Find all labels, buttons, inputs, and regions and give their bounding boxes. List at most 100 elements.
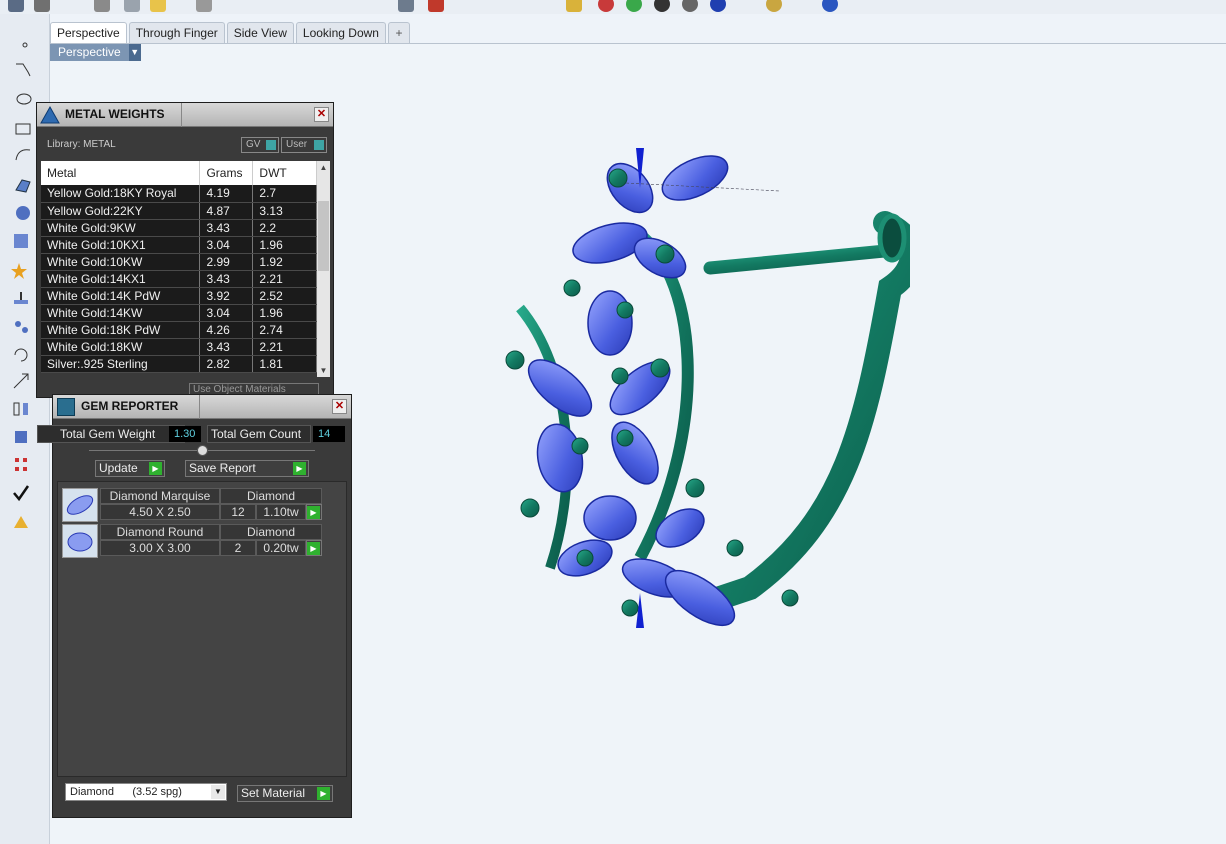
metal-name-cell: White Gold:14KX1 [41, 270, 201, 288]
gem-report-icon [57, 398, 75, 416]
paste-icon[interactable] [150, 0, 166, 12]
align-icon[interactable] [12, 290, 30, 308]
earring-model[interactable] [490, 128, 910, 628]
grams-cell: 4.19 [199, 185, 254, 203]
sphere-color-icon[interactable] [626, 0, 642, 12]
circle-icon[interactable] [14, 90, 32, 108]
table-row[interactable]: White Gold:18K PdW 4.26 2.74 [41, 321, 317, 339]
total-gem-count-value: 14 [313, 426, 345, 442]
dwt-cell: 2.7 [252, 185, 317, 203]
play-icon: ▶ [293, 462, 306, 475]
update-button-label: Update [99, 461, 138, 475]
save-report-button[interactable]: Save Report ▶ [185, 460, 309, 477]
update-button[interactable]: Update ▶ [95, 460, 165, 477]
dwt-cell: 2.2 [252, 219, 317, 237]
tab-side-view[interactable]: Side View [226, 22, 294, 43]
polyline-icon[interactable] [14, 60, 32, 78]
top-toolbar [0, 0, 1226, 14]
slider-knob[interactable] [197, 445, 208, 456]
grams-cell: 4.87 [199, 202, 254, 220]
table-row[interactable]: White Gold:10KX1 3.04 1.96 [41, 236, 317, 254]
sphere-dark-icon[interactable] [654, 0, 670, 12]
add-tab-button[interactable]: + [387, 22, 410, 43]
point-icon[interactable] [16, 36, 34, 54]
close-icon[interactable]: ✕ [314, 107, 329, 122]
arc-icon[interactable] [14, 146, 32, 164]
marquise-gem-icon [62, 488, 98, 522]
table-row[interactable]: White Gold:10KW 2.99 1.92 [41, 253, 317, 271]
user-toggle[interactable]: User [281, 137, 327, 153]
gem-item-round[interactable]: Diamond Round Diamond 3.00 X 3.00 2 0.20… [62, 524, 324, 558]
column-header-dwt[interactable]: DWT [252, 161, 317, 185]
grid-icon[interactable] [398, 0, 414, 12]
gv-toggle[interactable]: GV [241, 137, 279, 153]
copy-icon[interactable] [124, 0, 140, 12]
sphere-red-icon[interactable] [598, 0, 614, 12]
table-row[interactable]: Yellow Gold:22KY 4.87 3.13 [41, 202, 317, 220]
viewport-title-label[interactable]: Perspective [50, 44, 129, 61]
help-icon[interactable] [822, 0, 838, 12]
check-icon[interactable] [12, 484, 30, 502]
lamp-icon[interactable] [566, 0, 582, 12]
paint-icon[interactable] [12, 512, 30, 530]
print-icon[interactable] [34, 0, 50, 12]
solid-icon[interactable] [14, 204, 32, 222]
close-icon[interactable]: ✕ [332, 399, 347, 414]
sphere-gray-icon[interactable] [682, 0, 698, 12]
gv-toggle-label: GV [246, 139, 261, 150]
gem-material: Diamond [220, 488, 322, 504]
column-header-grams[interactable]: Grams [199, 161, 254, 185]
explode-icon[interactable] [10, 262, 28, 280]
scroll-up-icon[interactable]: ▲ [317, 163, 330, 172]
set-material-button[interactable]: Set Material ▶ [237, 785, 333, 802]
dwt-cell: 1.96 [252, 236, 317, 254]
toggle-indicator-icon [314, 140, 324, 150]
cut-icon[interactable] [94, 0, 110, 12]
play-icon: ▶ [317, 787, 330, 800]
table-row[interactable]: White Gold:9KW 3.43 2.2 [41, 219, 317, 237]
gem-item-marquise[interactable]: Diamond Marquise Diamond 4.50 X 2.50 12 … [62, 488, 324, 522]
table-row[interactable]: White Gold:14KX1 3.43 2.21 [41, 270, 317, 288]
viewport-title[interactable]: Perspective ▼ [50, 44, 141, 61]
tab-perspective[interactable]: Perspective [50, 22, 127, 43]
gem-name: Diamond Marquise [100, 488, 220, 504]
pan-icon[interactable] [196, 0, 212, 12]
material-select[interactable]: Diamond (3.52 spg) ▼ [65, 783, 227, 801]
sphere-blue-icon[interactable] [710, 0, 726, 12]
mirror-icon[interactable] [12, 400, 30, 418]
dwt-cell: 1.81 [252, 355, 317, 373]
gem-size: 4.50 X 2.50 [100, 504, 220, 520]
metal-name-cell: White Gold:9KW [41, 219, 201, 237]
table-row[interactable]: White Gold:14K PdW 3.92 2.52 [41, 287, 317, 305]
metal-table-scrollbar[interactable]: ▲ ▼ [317, 161, 330, 377]
surface-icon[interactable] [14, 176, 32, 194]
scrollbar-thumb[interactable] [318, 201, 329, 271]
rotate-icon[interactable] [12, 346, 30, 364]
gem-reporter-titlebar[interactable]: GEM REPORTER ✕ [53, 395, 351, 419]
table-row[interactable]: Yellow Gold:18KY Royal 4.19 2.7 [41, 185, 317, 203]
column-header-metal[interactable]: Metal [41, 161, 201, 185]
viewport-tabs: Perspective Through Finger Side View Loo… [50, 22, 410, 44]
gear-icon[interactable] [766, 0, 782, 12]
box-icon[interactable] [12, 428, 30, 446]
group-icon[interactable] [12, 318, 30, 336]
viewport-dropdown-icon[interactable]: ▼ [128, 44, 141, 61]
tab-looking-down[interactable]: Looking Down [295, 22, 386, 43]
save-icon[interactable] [8, 0, 24, 12]
array-icon[interactable] [12, 456, 30, 474]
rectangle-icon[interactable] [14, 120, 32, 138]
metal-weights-titlebar[interactable]: METAL WEIGHTS ✕ [37, 103, 333, 127]
grams-cell: 3.04 [199, 236, 254, 254]
tab-through-finger[interactable]: Through Finger [128, 22, 225, 43]
mesh-icon[interactable] [12, 232, 30, 250]
chevron-down-icon[interactable]: ▼ [211, 785, 225, 799]
scale-icon[interactable] [12, 372, 30, 390]
table-row[interactable]: Silver:.925 Sterling 2.82 1.81 [41, 355, 317, 373]
user-toggle-label: User [286, 139, 308, 150]
select-gems-button[interactable]: ▶ [306, 504, 322, 520]
select-gems-button[interactable]: ▶ [306, 540, 322, 556]
car-icon[interactable] [428, 0, 444, 12]
table-row[interactable]: White Gold:14KW 3.04 1.96 [41, 304, 317, 322]
scroll-down-icon[interactable]: ▼ [317, 366, 330, 375]
table-row[interactable]: White Gold:18KW 3.43 2.21 [41, 338, 317, 356]
